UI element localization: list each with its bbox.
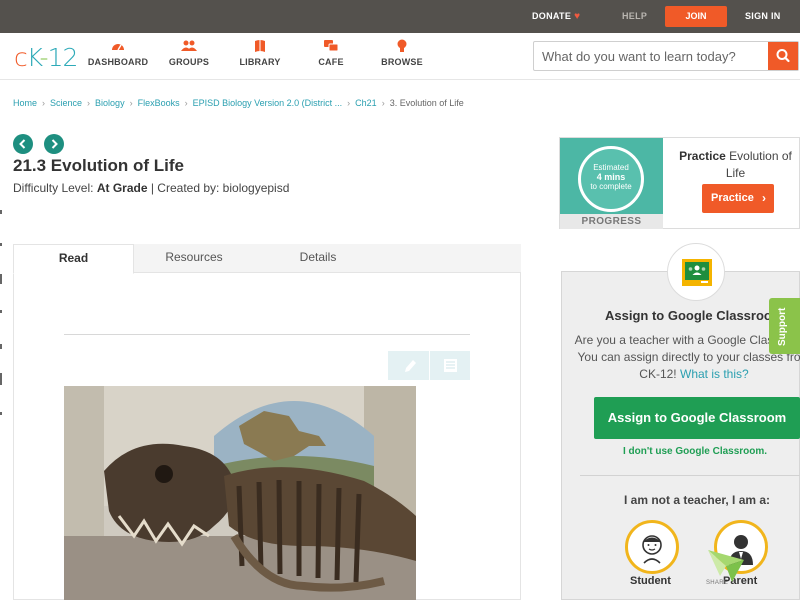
chevron-right-icon [51,139,58,149]
edge-mark [0,243,2,246]
breadcrumb-separator: › [381,98,385,108]
notes-button[interactable] [429,351,470,380]
chevron-right-icon: › [762,191,766,205]
browse-bulb-icon [397,39,407,52]
estimated-label: Estimated [593,163,629,172]
breadcrumb-chapter[interactable]: Ch21 [355,98,377,108]
edge-mark [0,373,2,385]
content-divider [64,334,470,335]
lesson-meta: Difficulty Level: At Grade | Created by:… [13,181,289,195]
student-avatar-icon [642,535,662,564]
practice-card: Estimated 4 mins to complete PROGRESS Pr… [559,137,800,229]
tab-details[interactable]: Details [268,244,368,273]
donate-link[interactable]: DONATE ♥ [532,11,580,22]
created-by: | Created by: biologyepisd [150,181,290,195]
google-classroom-badge [667,243,725,301]
tab-read[interactable]: Read [13,244,134,274]
difficulty-label: Difficulty Level: [13,181,94,195]
breadcrumb-separator: › [347,98,351,108]
edge-mark [0,274,2,284]
search-bar [533,41,799,71]
breadcrumb: Home › Science › Biology › FlexBooks › EPISD Bio… [13,98,464,108]
breadcrumb-separator: › [129,98,133,108]
what-is-this-link[interactable]: What is this? [680,367,749,381]
page-title: 21.3 Evolution of Life [13,156,184,175]
heart-icon: ♥ [574,11,581,22]
panel-divider [580,475,800,476]
nav-groups[interactable]: GROUPS [154,39,224,67]
share-label: SHARE [706,580,729,586]
pencil-icon [405,360,416,372]
search-button[interactable] [768,42,798,70]
nav-cafe[interactable]: CAFE [296,39,366,67]
edge-mark [0,344,2,349]
previous-lesson-button[interactable] [13,134,33,154]
edge-mark [0,310,2,313]
search-input[interactable] [534,42,769,70]
dashboard-icon [112,44,124,51]
sign-in-link[interactable]: SIGN IN [745,11,781,21]
content-tabs: Read Resources Details [13,244,521,274]
annotation-tools [388,351,470,380]
google-classroom-description: Are you a teacher with a Google Classroo… [574,332,800,383]
nav-dashboard[interactable]: DASHBOARD [83,39,153,67]
practice-button-label: Practice [711,192,754,204]
breadcrumb-current: 3. Evolution of Life [389,98,464,108]
trex-skeleton-image [64,386,416,600]
edge-mark [0,412,2,415]
library-icon [255,40,265,52]
nav-groups-label: GROUPS [168,57,210,67]
practice-title-bold: Practice [679,149,726,163]
difficulty-value: At Grade [96,181,148,195]
breadcrumb-separator: › [87,98,91,108]
student-label: Student [630,575,671,587]
estimated-mins: 4 mins [596,172,626,182]
nav-browse-label: BROWSE [381,57,423,67]
estimated-time-circle: Estimated 4 mins to complete [578,146,644,212]
google-classroom-title: Assign to Google Classroom [605,308,784,323]
nav-library-label: LIBRARY [239,57,281,67]
breadcrumb-science[interactable]: Science [50,98,82,108]
nav-browse[interactable]: BROWSE [367,39,437,67]
breadcrumb-home[interactable]: Home [13,98,37,108]
practice-title: Practice Evolution of Life [673,148,798,182]
ck12-logo[interactable]: cK-12 [14,43,78,72]
practice-thumbnail: Estimated 4 mins to complete PROGRESS [560,138,663,229]
support-tab[interactable]: Support [769,298,800,354]
breadcrumb-flexbooks[interactable]: FlexBooks [138,98,180,108]
nav-cafe-label: CAFE [318,57,344,67]
nav-library[interactable]: LIBRARY [225,39,295,67]
breadcrumb-separator: › [184,98,188,108]
groups-icon [181,40,197,51]
edge-mark [0,210,2,214]
cafe-chat-icon [324,40,339,52]
top-bar: DONATE ♥ HELP JOIN SIGN IN [0,0,800,33]
breadcrumb-biology[interactable]: Biology [95,98,125,108]
student-role-button[interactable] [625,520,679,574]
highlight-pencil-button[interactable] [388,351,429,380]
progress-label: PROGRESS [560,214,663,229]
breadcrumb-separator: › [42,98,46,108]
assign-google-classroom-button[interactable]: Assign to Google Classroom [594,397,800,439]
practice-title-rest: Evolution of Life [725,149,792,180]
donate-label: DONATE [532,11,572,21]
estimated-complete: to complete [590,182,632,191]
next-lesson-button[interactable] [44,134,64,154]
nav-dashboard-label: DASHBOARD [87,57,149,67]
join-button[interactable]: JOIN [665,6,727,27]
search-icon [776,49,790,63]
not-teacher-label: I am not a teacher, I am a: [624,493,771,507]
dont-use-classroom-link[interactable]: I don't use Google Classroom. [623,446,767,457]
chevron-left-icon [19,139,26,149]
google-classroom-icon [682,259,712,286]
breadcrumb-book[interactable]: EPISD Biology Version 2.0 (District ... [193,98,343,108]
support-label: Support [777,307,788,346]
tab-resources[interactable]: Resources [144,244,244,273]
main-nav: cK-12 DASHBOARD GROUPS LIBRARY CAFE BROW… [0,33,800,80]
help-link[interactable]: HELP [622,11,647,21]
practice-button[interactable]: Practice › [702,184,774,213]
notes-icon [444,359,457,372]
